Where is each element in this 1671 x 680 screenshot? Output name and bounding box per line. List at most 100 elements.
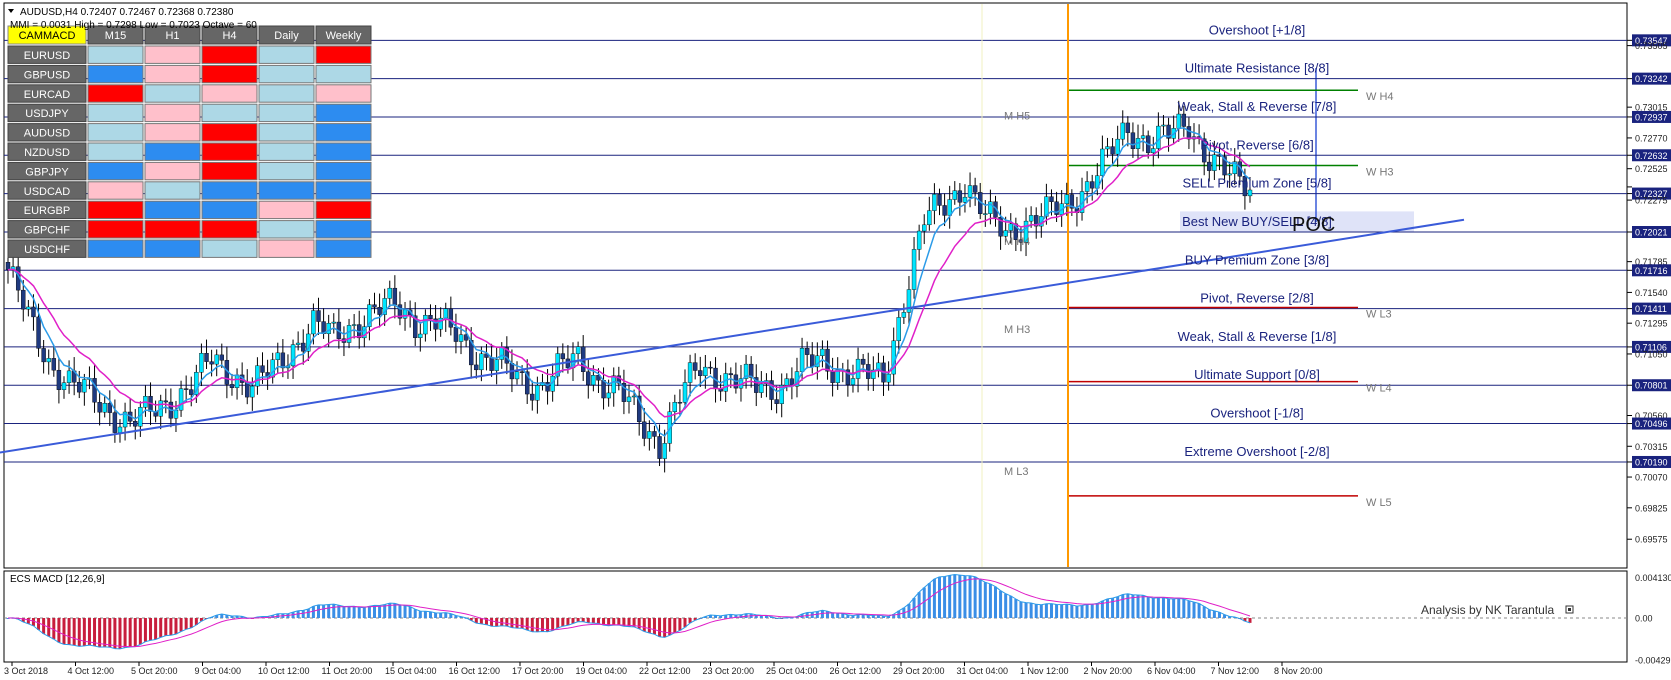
macd-histogram-bar [72, 618, 76, 646]
candle-body [601, 380, 606, 399]
candle-body [530, 393, 535, 401]
candle-body [774, 399, 779, 404]
candle-body [942, 205, 947, 216]
macd-histogram-bar [566, 618, 570, 626]
matrix-signal-cell [258, 142, 315, 161]
matrix-signal-cell [144, 200, 201, 220]
matrix-signal-cell [201, 123, 258, 142]
macd-tick-label: 0.00 [1635, 614, 1653, 624]
macd-histogram-bar [418, 611, 422, 618]
candle-body [769, 380, 774, 400]
macd-histogram-bar [1141, 595, 1145, 618]
candle-body [1105, 146, 1110, 150]
macd-histogram-bar [617, 618, 621, 625]
candle-body [280, 352, 286, 369]
candle-body [922, 224, 927, 232]
matrix-row-label: EURCAD [24, 89, 71, 101]
macd-histogram-bar [98, 618, 102, 648]
matrix-row-label: USDCHF [24, 244, 70, 256]
candle-body [1115, 138, 1120, 155]
macd-histogram-bar [123, 618, 127, 648]
candle-body [331, 321, 336, 324]
price-tick-label: 0.72525 [1635, 164, 1668, 174]
candle-body [1100, 148, 1105, 176]
matrix-signal-cell [87, 45, 144, 64]
macd-histogram-bar [1019, 601, 1023, 618]
macd-histogram-bar [317, 604, 320, 618]
candle-body [1064, 194, 1069, 204]
matrix-row-label: GBPUSD [24, 69, 71, 81]
macd-histogram-bar [184, 618, 188, 630]
candle-body [514, 371, 520, 380]
matrix-signal-cell [144, 64, 201, 84]
macd-histogram-bar [352, 606, 356, 618]
candle-body [983, 213, 988, 215]
macd-histogram-bar [1136, 595, 1140, 618]
candle-body [458, 334, 464, 342]
macd-histogram-bar [103, 618, 107, 647]
macd-histogram-bar [1034, 604, 1038, 618]
candle-body [1151, 148, 1156, 154]
macd-histogram-bar [439, 613, 443, 618]
candle-body [21, 289, 26, 310]
candle-body [418, 333, 423, 338]
candle-body [255, 365, 260, 387]
candle-body [1247, 189, 1253, 197]
macd-histogram-bar [444, 612, 448, 618]
weekly-level-label: W H3 [1366, 167, 1394, 179]
candle-body [31, 306, 36, 318]
candle-body [1120, 122, 1125, 140]
macd-histogram-bar [596, 618, 600, 624]
macd-frame [3, 570, 1628, 663]
macd-histogram-bar [332, 604, 336, 618]
matrix-signal-cell [87, 84, 144, 103]
macd-histogram-bar [1009, 595, 1013, 618]
candle-body [728, 373, 734, 376]
matrix-signal-cell [258, 45, 315, 64]
candle-body [957, 190, 963, 203]
candle-body [545, 382, 550, 392]
candle-body [499, 347, 504, 360]
candle-body [402, 309, 408, 319]
price-tag-label: 0.71411 [1635, 304, 1667, 314]
monthly-level-label: M H5 [1004, 110, 1030, 122]
macd-histogram-bar [57, 618, 61, 643]
matrix-row-label: USDJPY [25, 108, 69, 120]
macd-histogram-bar [576, 618, 580, 622]
macd-tick-label: -0.004299 [1635, 655, 1671, 665]
candle-body [662, 443, 667, 459]
candle-body [698, 370, 703, 376]
price-tag-label: 0.72937 [1635, 112, 1668, 122]
candle-body [1156, 125, 1161, 149]
macd-histogram-bar [164, 618, 168, 636]
price-tick-label: 0.70070 [1635, 473, 1668, 483]
candle-body [784, 378, 789, 386]
candle-body [117, 426, 123, 433]
candle-body [1008, 223, 1013, 231]
macd-histogram-bar [413, 609, 417, 618]
candle-body [591, 375, 596, 386]
weekly-level-label: W L3 [1366, 308, 1392, 320]
mmi-header: MMI = 0.0031 High = 0.7298 Low = 0.7023 … [10, 20, 257, 31]
time-tick-label: 16 Oct 12:00 [449, 666, 501, 676]
candle-body [178, 388, 184, 411]
time-tick-label: 8 Nov 20:00 [1274, 666, 1323, 676]
matrix-signal-cell [87, 220, 144, 239]
price-tick-label: 0.72770 [1635, 133, 1668, 143]
price-tick-label: 0.70315 [1635, 442, 1668, 452]
watermark-close-icon-dot [1568, 608, 1571, 611]
candle-body [199, 353, 204, 373]
price-chart[interactable]: W H4 W H3 W L3 W L4 W L5 M H5 M H4 M H3 M L3 Ov… [0, 0, 1671, 680]
macd-histogram-bar [515, 618, 519, 629]
price-tag-label: 0.70190 [1635, 457, 1668, 467]
candle-body [1090, 181, 1095, 189]
matrix-row-label: NZDUSD [24, 147, 70, 159]
macd-histogram-bar [398, 604, 402, 618]
macd-histogram-bar [1177, 598, 1181, 618]
time-tick-label: 2 Nov 20:00 [1084, 666, 1133, 676]
macd-histogram-bar [953, 574, 957, 618]
monthly-level-label: M L3 [1004, 466, 1028, 478]
macd-histogram-bar [1187, 600, 1191, 618]
macd-histogram-bar [1105, 598, 1109, 618]
matrix-signal-cell [201, 142, 258, 161]
